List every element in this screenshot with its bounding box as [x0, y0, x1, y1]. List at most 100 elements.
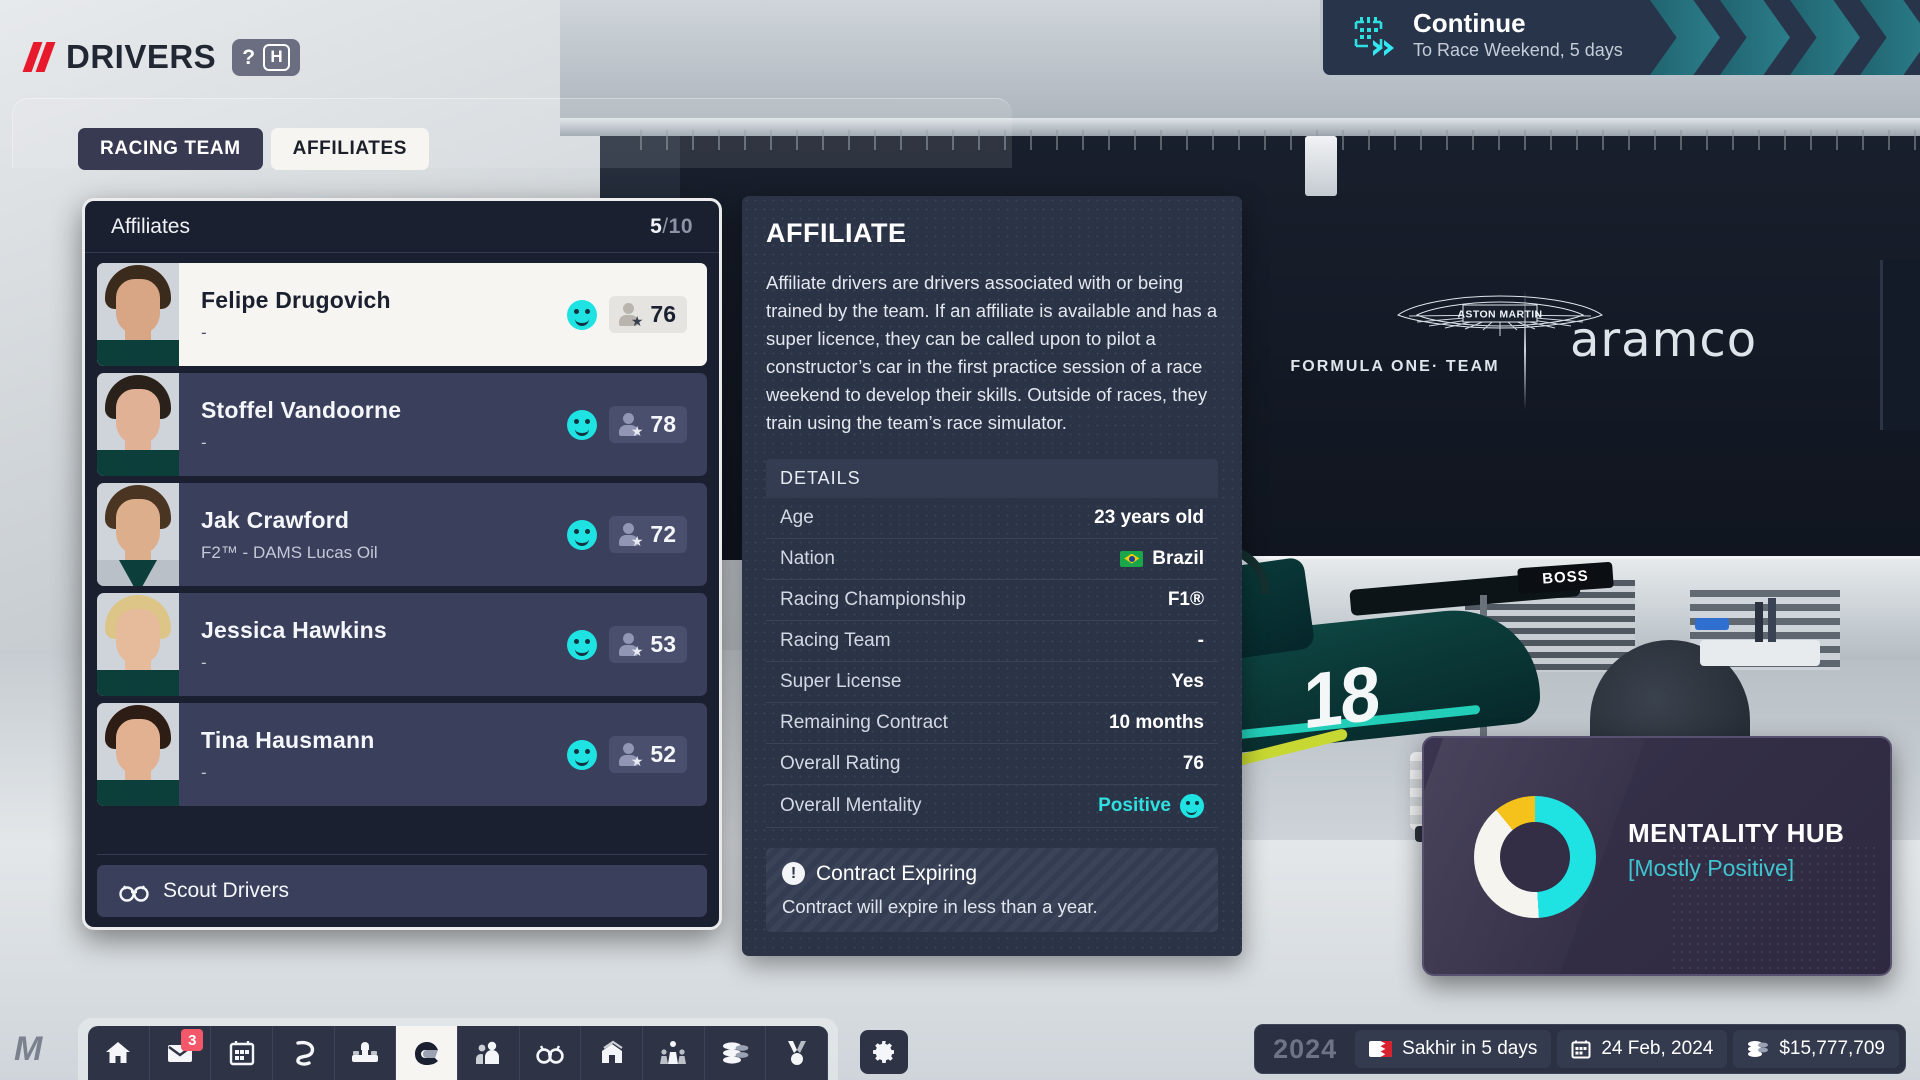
detail-row: Age 23 years old — [766, 498, 1218, 539]
detail-value-text: 23 years old — [1094, 506, 1204, 528]
season-year: 2024 — [1273, 1033, 1338, 1064]
contract-expiring-warning: ! Contract Expiring Contract will expire… — [766, 847, 1218, 932]
mentality-hub-title: MENTALITY HUB — [1628, 818, 1845, 848]
detail-value: 76 — [1183, 753, 1204, 775]
driver-name: Tina Hausmann — [201, 726, 375, 753]
detail-row: Nation Brazil — [766, 539, 1218, 580]
smiley-positive-icon — [567, 629, 598, 660]
game-logo: M — [14, 1030, 43, 1068]
exclamation-icon: ! — [782, 862, 805, 886]
logo-divider — [1524, 290, 1526, 410]
taskbar-item-standings[interactable] — [766, 1026, 828, 1080]
taskbar-item-staff[interactable] — [458, 1026, 520, 1080]
smiley-positive-icon — [567, 299, 598, 330]
taskbar-item-drivers[interactable] — [396, 1026, 459, 1080]
continue-label: Continue — [1413, 8, 1526, 38]
affiliates-count-total: 10 — [668, 214, 693, 238]
detail-value: 10 months — [1109, 712, 1204, 734]
current-date: 24 Feb, 2024 — [1601, 1038, 1714, 1059]
sponsor-aramco-logo: aramco — [1570, 312, 1758, 368]
warning-title: Contract Expiring — [816, 861, 978, 885]
detail-value-text: Yes — [1171, 670, 1204, 692]
driver-portrait — [97, 483, 179, 586]
driver-rating-icon: ★ — [617, 412, 643, 438]
detail-row: Racing Championship F1® — [766, 580, 1218, 621]
date-cell[interactable]: 24 Feb, 2024 — [1557, 1030, 1728, 1068]
help-hint-chip[interactable]: ? H — [232, 38, 301, 76]
detail-key: Remaining Contract — [780, 711, 948, 733]
detail-key: Racing Championship — [780, 588, 966, 610]
list-footer: Scout Drivers — [97, 854, 707, 917]
driver-row[interactable]: Tina Hausmann - ★ 52 — [97, 703, 707, 806]
car-number: 18 — [1303, 648, 1378, 746]
detail-key: Racing Team — [780, 629, 891, 651]
question-mark-icon: ? — [242, 45, 256, 69]
next-race-cell[interactable]: Sakhir in 5 days — [1355, 1030, 1552, 1068]
driver-team: - — [201, 432, 207, 452]
taskbar-item-car[interactable] — [335, 1026, 397, 1080]
mentality-hub-card[interactable]: MENTALITY HUB [Mostly Positive] — [1422, 736, 1892, 976]
taskbar-badge: 3 — [181, 1029, 204, 1051]
taskbar-item-track[interactable] — [273, 1026, 335, 1080]
driver-rating-badge: ★ 53 — [609, 626, 687, 663]
driver-name: Jak Crawford — [201, 506, 350, 533]
continue-button[interactable]: Continue To Race Weekend, 5 days — [1320, 0, 1920, 78]
smiley-positive-icon — [567, 519, 598, 550]
medal-icon — [782, 1039, 812, 1067]
details-table: Age 23 years old Nation Brazil Racing Champi… — [766, 498, 1218, 828]
driver-team: F2™ - DAMS Lucas Oil — [201, 542, 378, 562]
driver-rating-badge: ★ 76 — [609, 296, 687, 333]
detail-row: Super License Yes — [766, 662, 1218, 703]
taskbar-item-facilities[interactable] — [581, 1026, 644, 1080]
driver-rating-icon: ★ — [617, 632, 643, 658]
affiliates-count-current: 5 — [650, 214, 663, 238]
detail-value-text: F1® — [1167, 588, 1204, 610]
detail-row: Racing Team - — [766, 621, 1218, 662]
next-race-label: Sakhir in 5 days — [1402, 1038, 1538, 1059]
staff-icon — [473, 1039, 503, 1067]
affiliates-list-header: Affiliates 5/10 — [85, 201, 719, 253]
calendar-icon — [227, 1039, 257, 1067]
taskbar-item-calendar[interactable] — [211, 1026, 274, 1080]
desk-tray — [1700, 640, 1820, 666]
taskbar: 3 — [88, 1026, 828, 1080]
driver-row[interactable]: Felipe Drugovich - ★ 76 — [97, 263, 707, 366]
calendar-forward-icon — [1351, 13, 1397, 59]
home-icon — [103, 1039, 133, 1067]
helmet-icon — [412, 1039, 442, 1067]
divider — [97, 854, 707, 855]
detail-description: Affiliate drivers are drivers associated… — [766, 272, 1218, 433]
driver-portrait — [97, 593, 179, 696]
taskbar-item-finance[interactable] — [705, 1026, 767, 1080]
page-header: DRIVERS ? H — [22, 38, 301, 76]
driver-row[interactable]: Jessica Hawkins - ★ 53 — [97, 593, 707, 696]
svg-text:ASTON MARTIN: ASTON MARTIN — [1457, 309, 1542, 321]
ceiling-lamp — [1305, 136, 1337, 196]
smiley-positive-icon — [567, 739, 598, 770]
taskbar-item-inbox[interactable]: 3 — [150, 1026, 212, 1080]
taskbar-item-pit-crew[interactable] — [643, 1026, 705, 1080]
car-front-icon — [350, 1039, 380, 1067]
driver-rating-icon: ★ — [617, 522, 643, 548]
taskbar-item-home[interactable] — [88, 1026, 150, 1080]
mentality-donut-chart — [1474, 796, 1596, 918]
tab-affiliates[interactable]: AFFILIATES — [270, 128, 430, 170]
status-bar: 2024 Sakhir in 5 days 24 Feb, 2024 $15,7… — [1254, 1024, 1906, 1074]
tab-racing-team[interactable]: RACING TEAM — [78, 128, 263, 170]
detail-value: Yes — [1171, 671, 1204, 693]
scout-drivers-label: Scout Drivers — [163, 879, 290, 902]
track-icon — [288, 1039, 318, 1067]
bahrain-flag-icon — [1369, 1041, 1393, 1057]
settings-button[interactable] — [860, 1030, 908, 1074]
affiliates-list-panel: Affiliates 5/10 Felipe Drugovich - ★ 76 Stof… — [82, 198, 722, 930]
balance-cell[interactable]: $15,777,709 — [1733, 1030, 1899, 1068]
facility-icon — [597, 1039, 627, 1067]
driver-row[interactable]: Jak Crawford F2™ - DAMS Lucas Oil ★ 72 — [97, 483, 707, 586]
warning-body: Contract will expire in less than a year… — [782, 895, 1098, 917]
driver-team: - — [201, 652, 207, 672]
finance-icon — [720, 1039, 750, 1067]
scout-drivers-button[interactable]: Scout Drivers — [97, 865, 707, 917]
taskbar-item-scouting[interactable] — [520, 1026, 582, 1080]
driver-row[interactable]: Stoffel Vandoorne - ★ 78 — [97, 373, 707, 476]
detail-key: Overall Rating — [780, 752, 901, 774]
